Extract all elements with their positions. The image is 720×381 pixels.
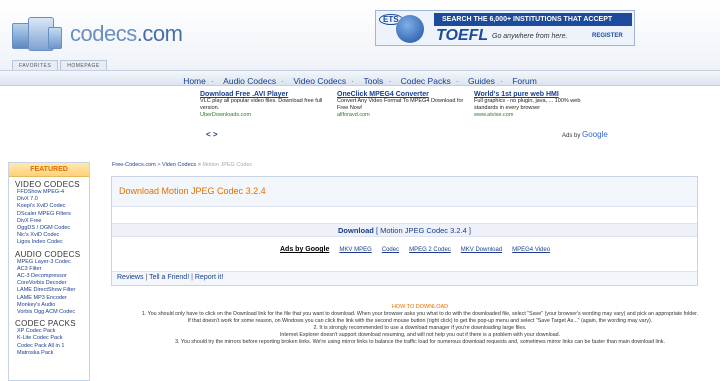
how-to-title: HOW TO DOWNLOAD bbox=[391, 304, 449, 310]
ad-desc: Full graphics - no plugin, java, ... 100… bbox=[474, 98, 581, 111]
download-panel: Download Motion JPEG Codec 3.2.4 Downloa… bbox=[111, 176, 698, 286]
ad-url[interactable]: allforavd.com bbox=[337, 112, 469, 118]
report-link[interactable]: Report it! bbox=[195, 274, 223, 281]
nav-home[interactable]: Home bbox=[183, 76, 206, 86]
how-to-download: HOW TO DOWNLOAD 1. You should only have … bbox=[140, 304, 700, 346]
ads-by-google[interactable]: Ads by Google bbox=[562, 130, 608, 139]
sidebar-item[interactable]: CoreVorbis Decoder bbox=[9, 280, 89, 287]
nav-forum[interactable]: Forum bbox=[512, 76, 537, 86]
sidebar-item[interactable]: Koepi's XviD Codec bbox=[9, 203, 89, 210]
sidebar-item[interactable]: LAME DirectShow Filter bbox=[9, 287, 89, 294]
nav-tools[interactable]: Tools bbox=[363, 76, 383, 86]
link-ad[interactable]: MKV MPEG bbox=[339, 247, 371, 253]
ads-nav-arrows[interactable]: < > bbox=[206, 130, 218, 139]
sidebar-item[interactable]: FFDShow MPEG-4 bbox=[9, 189, 89, 196]
featured-header: FEATURED bbox=[9, 163, 89, 177]
logo-text: codecs.com bbox=[70, 21, 183, 46]
download-row: Download [ Motion JPEG Codec 3.2.4 ] bbox=[112, 223, 697, 237]
breadcrumb: Free-Codecs.com > Video Codecs > Motion … bbox=[112, 162, 253, 168]
sidebar-item[interactable]: LAME MP3 Encoder bbox=[9, 295, 89, 302]
how-to-line: If that doesn't work for some reason, on… bbox=[187, 318, 653, 324]
breadcrumb-home[interactable]: Free-Codecs.com bbox=[112, 162, 156, 168]
link-ads: Ads by Google MKV MPEG Codec MPEG 2 Code… bbox=[280, 246, 550, 253]
sidebar-section-title: AUDIO CODECS bbox=[15, 249, 81, 259]
sidebar-item[interactable]: K-Lite Codec Pack bbox=[9, 335, 89, 342]
main-nav: Home · Audio Codecs · Video Codecs · Tools ·… bbox=[0, 70, 720, 86]
ad-url[interactable]: www.atvise.com bbox=[474, 112, 606, 118]
page-title: Download Motion JPEG Codec 3.2.4 bbox=[112, 177, 697, 207]
ad-title[interactable]: World's 1st pure web HMI bbox=[474, 91, 606, 98]
sidebar-item[interactable]: Matroska Pack bbox=[9, 350, 89, 357]
nav-video-codecs[interactable]: Video Codecs bbox=[293, 76, 346, 86]
breadcrumb-video-codecs[interactable]: Video Codecs bbox=[162, 162, 196, 168]
sidebar-item[interactable]: Vorbis Ogg ACM Codec bbox=[9, 309, 89, 316]
ad-url[interactable]: UberDownloads.com bbox=[200, 112, 332, 118]
nav-audio-codecs[interactable]: Audio Codecs bbox=[223, 76, 276, 86]
how-to-line: 2. It is strongly recommended to use a d… bbox=[313, 325, 527, 331]
ad-title[interactable]: Download Free .AVI Player bbox=[200, 91, 332, 98]
nav-codec-packs[interactable]: Codec Packs bbox=[401, 76, 451, 86]
sidebar-item[interactable]: AC-3 Decompressor bbox=[9, 273, 89, 280]
how-to-line: 3. You should try the mirrors before rep… bbox=[175, 339, 665, 345]
how-to-line: 1. You should only have to click on the … bbox=[141, 311, 699, 317]
banner-tagline: Go anywhere from here. bbox=[492, 33, 568, 40]
sidebar-item[interactable]: AC3 Filter bbox=[9, 266, 89, 273]
ad-desc: Convert Any Video Format To MPEG4 Downlo… bbox=[337, 98, 464, 111]
breadcrumb-current: Motion JPEG Codec bbox=[202, 162, 253, 168]
banner-register[interactable]: REGISTER bbox=[592, 33, 623, 39]
panel-footer: Reviews | Tell a Friend! | Report it! bbox=[112, 271, 697, 285]
sidebar-item[interactable]: Codec Pack All in 1 bbox=[9, 343, 89, 350]
ad-1[interactable]: Download Free .AVI Player VLC play all p… bbox=[200, 91, 332, 118]
sidebar-item[interactable]: Nic's XviD Codec bbox=[9, 232, 89, 239]
ad-title[interactable]: OneClick MPEG4 Converter bbox=[337, 91, 469, 98]
link-ad[interactable]: MKV Download bbox=[461, 247, 502, 253]
sidebar-item[interactable]: Ligos Indeo Codec bbox=[9, 239, 89, 246]
banner-brand: TOEFL bbox=[436, 27, 489, 44]
banner-headline: SEARCH THE 6,000+ INSTITUTIONS THAT ACCE… bbox=[434, 13, 632, 36]
site-logo[interactable]: codecs.com bbox=[12, 14, 183, 54]
download-file-name: [ Motion JPEG Codec 3.2.4 ] bbox=[375, 226, 471, 235]
download-link[interactable]: Download bbox=[338, 226, 374, 235]
sidebar: FEATURED VIDEO CODECS FFDShow MPEG-4 DivX … bbox=[8, 162, 90, 381]
toefl-banner-ad[interactable]: ETS SEARCH THE 6,000+ INSTITUTIONS THAT … bbox=[375, 10, 635, 46]
speakers-logo-icon bbox=[12, 15, 66, 53]
header: codecs.com ETS SEARCH THE 6,000+ INSTITU… bbox=[0, 0, 720, 72]
sidebar-item[interactable]: DivX Free bbox=[9, 218, 89, 225]
how-to-line: Internet Explorer doesn't support downlo… bbox=[279, 332, 561, 338]
link-ad[interactable]: MPEG 2 Codec bbox=[409, 247, 451, 253]
globe-icon bbox=[396, 15, 424, 43]
text-ads: Download Free .AVI Player VLC play all p… bbox=[200, 91, 610, 143]
ad-desc: VLC play all popular video files. Downlo… bbox=[200, 98, 323, 111]
ad-2[interactable]: OneClick MPEG4 Converter Convert Any Vid… bbox=[337, 91, 469, 118]
sidebar-item[interactable]: Monkey's Audio bbox=[9, 302, 89, 309]
ad-3[interactable]: World's 1st pure web HMI Full graphics -… bbox=[474, 91, 606, 118]
sidebar-item[interactable]: XP Codec Pack bbox=[9, 328, 89, 335]
sidebar-section-title: VIDEO CODECS bbox=[15, 180, 80, 189]
reviews-link[interactable]: Reviews bbox=[117, 274, 143, 281]
link-ad[interactable]: MPEG4 Video bbox=[512, 247, 550, 253]
tell-a-friend-link[interactable]: Tell a Friend! bbox=[149, 274, 189, 281]
sidebar-item[interactable]: OggDS / OGM Codec bbox=[9, 225, 89, 232]
sidebar-item[interactable]: DScaler MPEG Filters bbox=[9, 211, 89, 218]
sidebar-section-title: CODEC PACKS bbox=[15, 319, 76, 329]
sidebar-item[interactable]: DivX 7.0 bbox=[9, 196, 89, 203]
link-ads-by-google[interactable]: Ads by Google bbox=[280, 246, 329, 253]
link-ad[interactable]: Codec bbox=[382, 247, 399, 253]
nav-guides[interactable]: Guides bbox=[468, 76, 495, 86]
sidebar-item[interactable]: MPEG Layer-3 Codec bbox=[9, 259, 89, 266]
